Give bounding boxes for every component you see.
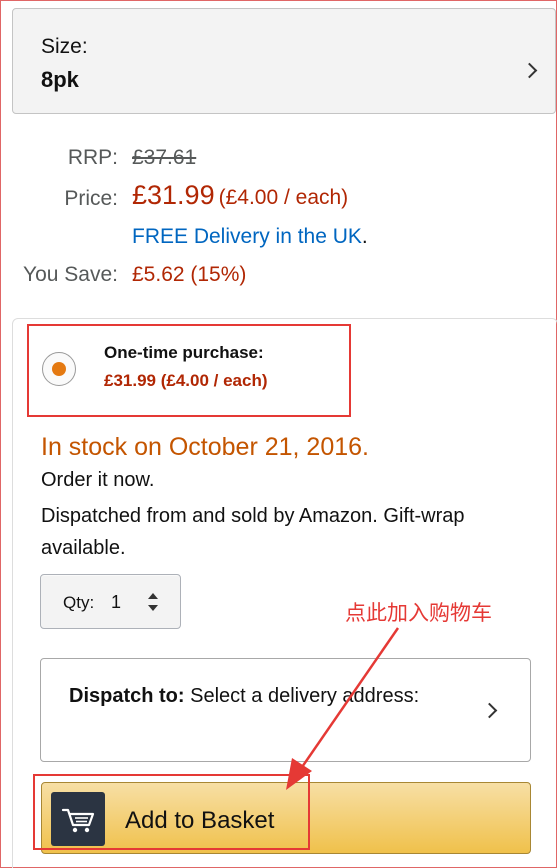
- radio-dot: [52, 362, 66, 376]
- up-down-icon: [147, 592, 159, 612]
- one-time-purchase-title: One-time purchase:: [104, 343, 264, 362]
- add-to-basket-label: Add to Basket: [125, 807, 275, 834]
- radio-selected-icon[interactable]: [42, 352, 76, 386]
- you-save-label: You Save:: [23, 263, 118, 286]
- annotation-text: 点此加入购物车: [345, 601, 492, 625]
- price-amount: £31.99: [132, 180, 215, 210]
- chevron-right-icon: [521, 62, 538, 79]
- rrp-value: £37.61: [132, 146, 197, 169]
- quantity-label: Qty:: [63, 593, 95, 612]
- add-to-basket-button[interactable]: Add to Basket: [41, 782, 531, 854]
- free-delivery-line: FREE Delivery in the UK.: [132, 225, 368, 249]
- size-value: 8pk: [41, 67, 79, 92]
- dispatch-to-text: Dispatch to: Select a delivery address:: [69, 681, 449, 712]
- dispatch-to-selector[interactable]: Dispatch to: Select a delivery address:: [40, 658, 531, 762]
- dispatch-to-value: Select a delivery address:: [190, 685, 420, 707]
- free-delivery-link[interactable]: FREE Delivery in the UK: [132, 225, 362, 248]
- quantity-value: 1: [111, 592, 122, 612]
- price-value: £31.99 (£4.00 / each): [132, 180, 348, 211]
- quantity-select[interactable]: Qty: 1: [40, 574, 181, 629]
- order-now-text: Order it now.: [41, 469, 155, 491]
- price-per-unit: (£4.00 / each): [218, 186, 349, 209]
- size-label: Size:: [41, 35, 88, 58]
- free-delivery-period: .: [361, 225, 368, 248]
- price-label: Price:: [64, 187, 118, 210]
- cart-icon: [51, 792, 105, 846]
- dispatch-to-label: Dispatch to:: [69, 685, 185, 707]
- stock-status: In stock on October 21, 2016.: [41, 433, 369, 461]
- rrp-label: RRP:: [67, 146, 118, 169]
- size-selector[interactable]: Size: 8pk: [12, 8, 556, 114]
- you-save-value: £5.62 (15%): [132, 263, 247, 286]
- dispatched-by-text: Dispatched from and sold by Amazon. Gift…: [41, 505, 465, 559]
- one-time-purchase-price: £31.99 (£4.00 / each): [104, 371, 268, 390]
